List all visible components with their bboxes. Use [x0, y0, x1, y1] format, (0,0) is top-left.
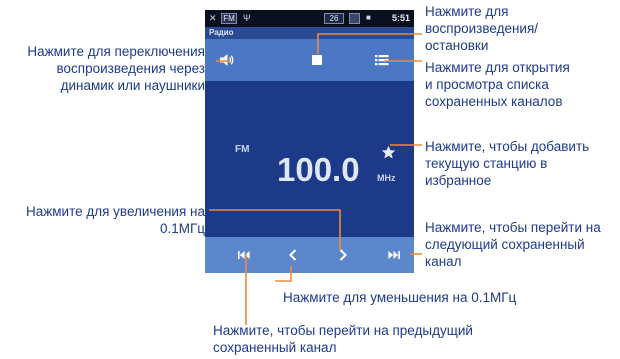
- bottom-control-bar: [205, 237, 414, 273]
- speaker-icon: [220, 54, 234, 66]
- callout-play-stop: Нажмите для воспроизведения/ остановки: [425, 4, 539, 53]
- clock: 5:51: [391, 13, 410, 23]
- callout-step-down: Нажмите для уменьшения на 0.1МГц: [283, 290, 517, 305]
- band-label: FM: [235, 144, 250, 155]
- fm-status-badge: FM: [221, 13, 237, 24]
- sim-icon: [349, 13, 360, 24]
- callout-speaker-toggle: Нажмите для переключения воспроизведения…: [27, 44, 205, 93]
- add-favorite-button[interactable]: [379, 143, 397, 161]
- chevron-right-icon: [339, 249, 347, 261]
- callout-prev-saved: Нажмите, чтобы перейти на предыдущий сох…: [213, 323, 473, 355]
- frequency-panel: FM 100.0 MHz: [205, 81, 414, 237]
- step-down-button[interactable]: [282, 246, 304, 264]
- usb-icon: Ψ: [243, 13, 251, 23]
- chevron-left-icon: [289, 249, 297, 261]
- speaker-toggle-button[interactable]: [215, 48, 239, 72]
- play-stop-button[interactable]: [305, 48, 329, 72]
- signal-icon: 26: [324, 13, 344, 24]
- frequency-unit: MHz: [377, 173, 396, 183]
- step-up-button[interactable]: [332, 246, 354, 264]
- stop-icon: [312, 55, 322, 65]
- next-saved-button[interactable]: [383, 246, 405, 264]
- frequency-display: 100.0: [277, 151, 360, 188]
- skip-forward-icon: [388, 251, 400, 259]
- callout-next-saved: Нажмите, чтобы перейти на следующий сохр…: [425, 220, 601, 269]
- radio-screen: ✕ FM Ψ 26 ■ 5:51 Радио FM 100.0 MHz: [205, 10, 414, 273]
- callout-step-up: Нажмите для увеличения на 0.1МГц: [25, 204, 205, 236]
- app-title-bar: Радио: [205, 27, 414, 39]
- callout-saved-list: Нажмите для открытия и просмотра списка …: [425, 60, 570, 109]
- skip-back-icon: [238, 251, 250, 259]
- callout-add-favorite: Нажмите, чтобы добавить текущую станцию …: [425, 139, 590, 188]
- saved-list-button[interactable]: [370, 48, 394, 72]
- list-icon: [375, 55, 389, 66]
- app-title: Радио: [209, 28, 234, 37]
- missed-call-icon: ✕: [209, 13, 217, 23]
- previous-saved-button[interactable]: [233, 246, 255, 264]
- top-control-bar: [205, 39, 414, 81]
- star-icon: [381, 145, 395, 158]
- battery-icon: ■: [366, 13, 371, 22]
- status-bar: ✕ FM Ψ 26 ■ 5:51: [205, 10, 414, 27]
